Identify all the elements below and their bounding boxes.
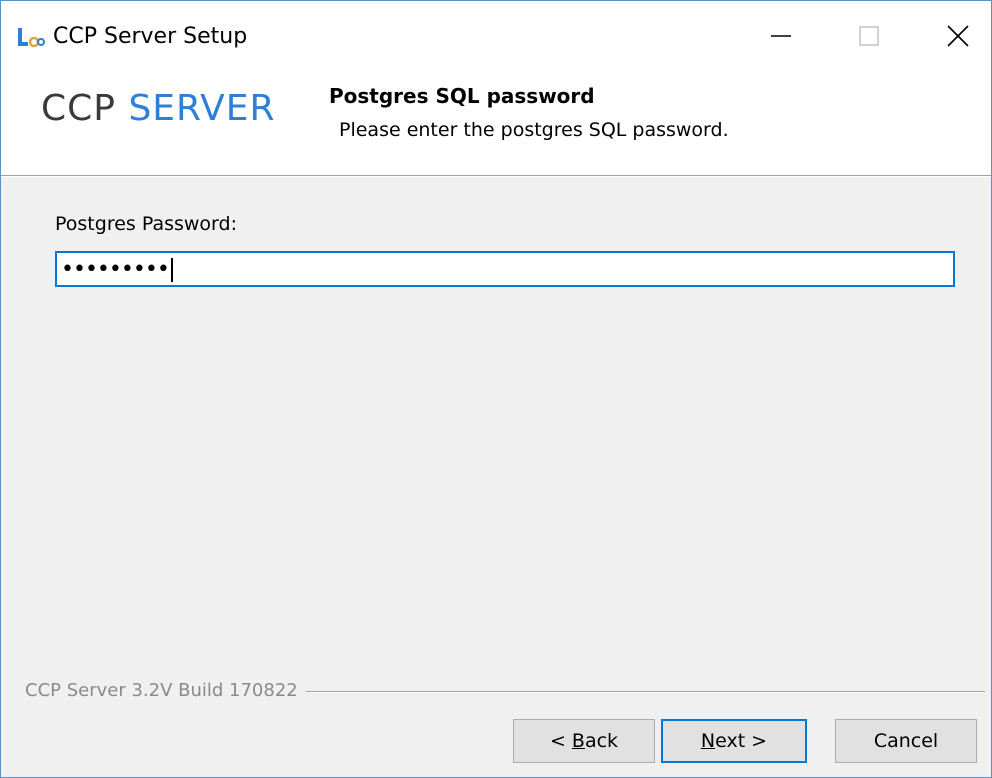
maximize-icon [859, 26, 879, 46]
cancel-button[interactable]: Cancel [835, 719, 977, 763]
title-bar[interactable]: CCP Server Setup [1, 1, 991, 79]
logo-server-text: SERVER [128, 88, 276, 129]
close-icon [947, 25, 969, 47]
build-version-text: CCP Server 3.2V Build 170822 [25, 679, 306, 703]
step-title: Postgres SQL password [329, 84, 595, 108]
logo-ccp-text: CCP [41, 88, 116, 129]
ccp-app-icon [17, 25, 45, 49]
postgres-password-input[interactable]: ••••••••• [55, 251, 955, 287]
setup-window: CCP Server Setup CCP SERVER Postgres SQL… [0, 0, 992, 778]
ccp-server-logo: CCP SERVER [41, 81, 275, 137]
text-caret [170, 258, 173, 282]
back-label-rest: ack [584, 730, 619, 752]
password-dots-text: ••••••••• [61, 257, 170, 282]
back-button[interactable]: < Back [513, 719, 655, 763]
window-title: CCP Server Setup [53, 24, 248, 49]
back-accesskey: B [571, 730, 585, 752]
next-accesskey: N [700, 730, 716, 752]
step-subtitle: Please enter the postgres SQL password. [339, 119, 729, 141]
next-button[interactable]: Next > [661, 719, 807, 763]
wizard-header: CCP SERVER Postgres SQL password Please … [1, 79, 991, 175]
password-masked-value: ••••••••• [61, 257, 173, 283]
back-prefix: < [549, 730, 572, 752]
maximize-button[interactable] [825, 1, 913, 69]
next-label-rest: ext > [715, 730, 768, 752]
minimize-icon [771, 35, 791, 37]
close-button[interactable] [913, 1, 991, 69]
password-label: Postgres Password: [55, 213, 237, 235]
minimize-button[interactable] [737, 1, 825, 69]
header-divider-highlight [1, 176, 991, 177]
